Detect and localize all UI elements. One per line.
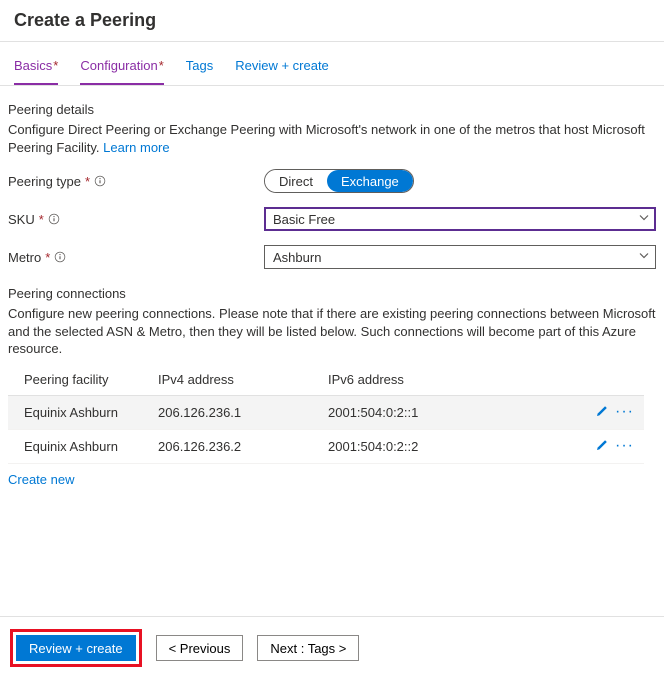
sku-select[interactable]: Basic Free xyxy=(264,207,656,231)
required-star: * xyxy=(53,58,58,73)
row-peering-type: Peering type * Direct Exchange xyxy=(8,166,656,196)
peering-type-label: Peering type xyxy=(8,174,81,189)
more-icon[interactable]: ··· xyxy=(615,441,634,451)
col-ipv6: IPv6 address xyxy=(318,364,584,396)
col-actions xyxy=(584,364,644,396)
tab-review-label: Review + create xyxy=(235,58,329,73)
peering-type-direct[interactable]: Direct xyxy=(265,170,327,192)
peering-type-exchange[interactable]: Exchange xyxy=(327,170,413,192)
footer: Review + create < Previous Next : Tags > xyxy=(0,616,664,681)
learn-more-link[interactable]: Learn more xyxy=(103,140,169,155)
page-title: Create a Peering xyxy=(8,10,656,31)
previous-button[interactable]: < Previous xyxy=(156,635,244,661)
connections-table: Peering facility IPv4 address IPv6 addre… xyxy=(8,364,644,464)
cell-ipv4: 206.126.236.2 xyxy=(148,429,318,463)
tab-configuration[interactable]: Configuration* xyxy=(80,52,163,85)
peering-details-heading: Peering details xyxy=(8,102,656,117)
tab-bar: Basics* Configuration* Tags Review + cre… xyxy=(0,42,664,86)
cell-ipv6: 2001:504:0:2::2 xyxy=(318,429,584,463)
tab-review[interactable]: Review + create xyxy=(235,52,329,85)
create-new-link[interactable]: Create new xyxy=(8,472,74,487)
chevron-down-icon xyxy=(638,250,650,265)
peering-type-toggle: Direct Exchange xyxy=(264,169,414,193)
cell-facility: Equinix Ashburn xyxy=(8,395,148,429)
tab-basics-label: Basics xyxy=(14,58,52,73)
row-sku: SKU * Basic Free xyxy=(8,204,656,234)
required-star: * xyxy=(85,174,90,189)
cell-facility: Equinix Ashburn xyxy=(8,429,148,463)
tab-basics[interactable]: Basics* xyxy=(14,52,58,85)
metro-select[interactable]: Ashburn xyxy=(264,245,656,269)
review-create-button[interactable]: Review + create xyxy=(16,635,136,661)
metro-value: Ashburn xyxy=(273,250,321,265)
connections-desc: Configure new peering connections. Pleas… xyxy=(8,305,656,358)
col-facility: Peering facility xyxy=(8,364,148,396)
col-ipv4: IPv4 address xyxy=(148,364,318,396)
required-star: * xyxy=(45,250,50,265)
tab-tags-label: Tags xyxy=(186,58,213,73)
next-button[interactable]: Next : Tags > xyxy=(257,635,359,661)
table-row: Equinix Ashburn 206.126.236.2 2001:504:0… xyxy=(8,429,644,463)
peering-details-desc: Configure Direct Peering or Exchange Pee… xyxy=(8,121,656,156)
more-icon[interactable]: ··· xyxy=(615,407,634,417)
chevron-down-icon xyxy=(638,212,650,227)
form: Peering type * Direct Exchange SKU * xyxy=(8,166,656,272)
required-star: * xyxy=(159,58,164,73)
sku-label: SKU xyxy=(8,212,35,227)
sku-value: Basic Free xyxy=(273,212,335,227)
connections-heading: Peering connections xyxy=(8,286,656,301)
cell-ipv6: 2001:504:0:2::1 xyxy=(318,395,584,429)
info-icon[interactable] xyxy=(54,251,66,263)
edit-icon[interactable] xyxy=(595,404,609,421)
table-row: Equinix Ashburn 206.126.236.1 2001:504:0… xyxy=(8,395,644,429)
metro-label: Metro xyxy=(8,250,41,265)
tab-tags[interactable]: Tags xyxy=(186,52,213,85)
row-metro: Metro * Ashburn xyxy=(8,242,656,272)
info-icon[interactable] xyxy=(48,213,60,225)
edit-icon[interactable] xyxy=(595,438,609,455)
tab-configuration-label: Configuration xyxy=(80,58,157,73)
highlight-box: Review + create xyxy=(10,629,142,667)
info-icon[interactable] xyxy=(94,175,106,187)
required-star: * xyxy=(39,212,44,227)
cell-ipv4: 206.126.236.1 xyxy=(148,395,318,429)
